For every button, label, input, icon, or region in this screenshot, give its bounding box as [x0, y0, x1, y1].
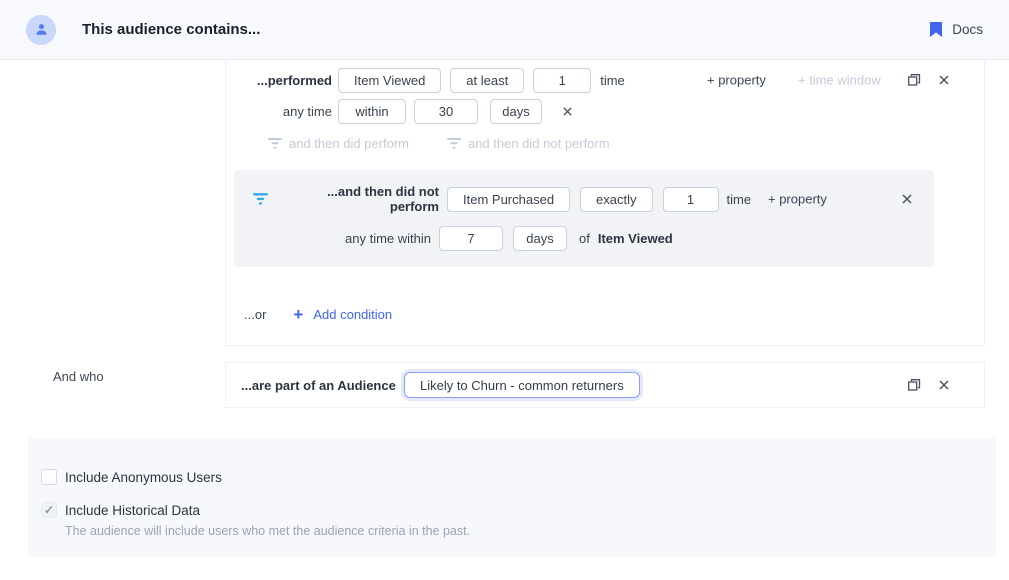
- options-panel: ✓ Include Anonymous Users ✓ Include Hist…: [28, 438, 996, 557]
- event-select-button[interactable]: Item Viewed: [338, 68, 441, 93]
- add-time-window-link: + time window: [798, 73, 881, 88]
- docs-link[interactable]: Docs: [930, 22, 983, 37]
- add-condition-label: Add condition: [313, 307, 392, 322]
- filter-icon: [447, 138, 461, 149]
- close-icon: [563, 107, 572, 116]
- and-then-did-perform-option[interactable]: and then did perform: [268, 136, 409, 151]
- check-icon: ✓: [44, 503, 54, 517]
- subcondition-card: ...and then did not perform Item Purchas…: [234, 170, 934, 267]
- avatar: [26, 15, 56, 45]
- performed-row: ...performed Item Viewed at least time +…: [226, 67, 984, 93]
- bookmark-icon: [930, 22, 942, 37]
- audience-condition-card: ...are part of an Audience: [225, 362, 985, 408]
- close-icon: [902, 194, 912, 204]
- and-then-did-not-perform-option[interactable]: and then did not perform: [447, 136, 610, 151]
- audience-builder-screen: This audience contains... Docs ...perfor…: [0, 0, 1009, 580]
- audience-row-label: ...are part of an Audience: [241, 378, 396, 393]
- docs-label: Docs: [952, 22, 983, 37]
- include-historical-label: Include Historical Data: [65, 503, 200, 518]
- time-window-unit-button[interactable]: days: [490, 99, 542, 124]
- include-historical-checkbox[interactable]: ✓: [41, 502, 57, 518]
- remove-condition-button[interactable]: [939, 380, 949, 390]
- include-historical-row: ✓ Include Historical Data: [41, 502, 200, 518]
- duplicate-condition-button[interactable]: [907, 73, 921, 87]
- sequence-options-row: and then did perform and then did not pe…: [226, 134, 984, 152]
- subcondition-time-row: any time within days of Item Viewed: [234, 225, 934, 251]
- count-input[interactable]: [533, 68, 591, 93]
- add-condition-button[interactable]: + Add condition: [293, 306, 392, 323]
- page-title: This audience contains...: [82, 21, 260, 38]
- remove-subcondition-button[interactable]: [902, 194, 912, 204]
- performed-label: ...performed: [226, 73, 332, 88]
- event-select-button[interactable]: Item Purchased: [447, 187, 570, 212]
- subcondition-performed-row: ...and then did not perform Item Purchas…: [234, 186, 934, 212]
- duplicate-condition-button[interactable]: [907, 378, 921, 392]
- time-unit-label: time: [600, 73, 625, 88]
- operator-select-button[interactable]: exactly: [580, 187, 652, 212]
- person-icon: [34, 22, 49, 37]
- close-icon: [939, 380, 949, 390]
- add-property-link[interactable]: + property: [707, 73, 766, 88]
- operator-select-button[interactable]: at least: [450, 68, 524, 93]
- time-window-unit-button[interactable]: days: [513, 226, 567, 251]
- or-row: ...or + Add condition: [226, 304, 984, 324]
- any-time-label: any time: [226, 104, 332, 119]
- plus-icon: +: [293, 306, 303, 323]
- subcondition-label: ...and then did not perform: [276, 184, 439, 214]
- option-label: and then did not perform: [468, 136, 610, 151]
- duplicate-icon: [907, 378, 921, 392]
- remove-time-window-button[interactable]: [563, 107, 572, 116]
- filter-icon: [253, 193, 268, 205]
- within-select-button[interactable]: within: [338, 99, 406, 124]
- and-who-label: And who: [53, 369, 104, 384]
- header: This audience contains... Docs: [0, 0, 1009, 60]
- close-icon: [939, 75, 949, 85]
- filter-icon: [268, 138, 282, 149]
- time-window-value-input[interactable]: [414, 99, 478, 124]
- historical-description: The audience will include users who met …: [65, 524, 470, 538]
- include-anonymous-checkbox[interactable]: ✓: [41, 469, 57, 485]
- remove-condition-button[interactable]: [939, 75, 949, 85]
- option-label: and then did perform: [289, 136, 409, 151]
- time-window-row: any time within days: [226, 98, 984, 124]
- include-anonymous-label: Include Anonymous Users: [65, 470, 222, 485]
- duplicate-icon: [907, 73, 921, 87]
- add-property-link[interactable]: + property: [768, 192, 827, 207]
- include-anonymous-row: ✓ Include Anonymous Users: [41, 469, 222, 485]
- reference-event-label: Item Viewed: [598, 231, 673, 246]
- time-window-value-input[interactable]: [439, 226, 503, 251]
- or-label: ...or: [244, 307, 266, 322]
- condition-group-card: ...performed Item Viewed at least time +…: [225, 60, 985, 346]
- of-label: of: [579, 231, 590, 246]
- any-time-within-label: any time within: [234, 231, 431, 246]
- audience-select-input[interactable]: [404, 372, 640, 398]
- time-unit-label: time: [727, 192, 752, 207]
- count-input[interactable]: [663, 187, 719, 212]
